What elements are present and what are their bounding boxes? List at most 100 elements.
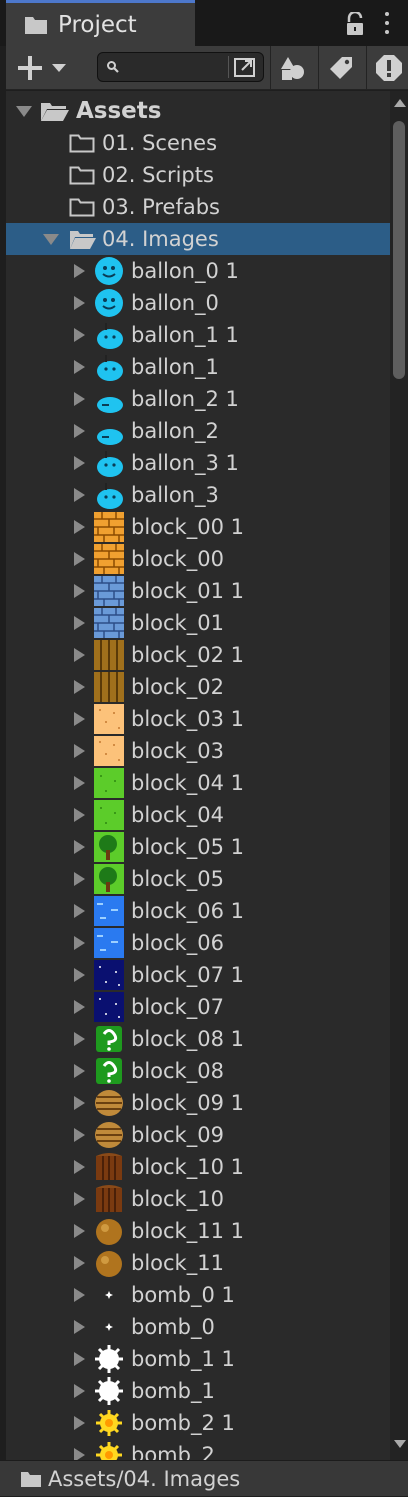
search-by-label-button[interactable] [318,46,362,90]
collapsed-arrow-icon[interactable] [74,1096,85,1110]
asset-row[interactable]: ballon_1 [6,351,390,383]
asset-row[interactable]: ballon_2 [6,415,390,447]
asset-row[interactable]: block_02 1 [6,639,390,671]
collapsed-arrow-icon[interactable] [74,872,85,886]
asset-row[interactable]: ballon_3 [6,479,390,511]
asset-row[interactable]: block_00 [6,543,390,575]
collapsed-arrow-icon[interactable] [74,1352,85,1366]
asset-row[interactable]: block_11 1 [6,1215,390,1247]
asset-row[interactable]: block_09 [6,1119,390,1151]
asset-row[interactable]: block_11 [6,1247,390,1279]
asset-row[interactable]: ballon_2 1 [6,383,390,415]
asset-row[interactable]: block_09 1 [6,1087,390,1119]
collapsed-arrow-icon[interactable] [74,616,85,630]
asset-row[interactable]: block_08 1 [6,1023,390,1055]
scrollbar-thumb[interactable] [393,121,405,379]
collapsed-arrow-icon[interactable] [74,936,85,950]
collapsed-arrow-icon[interactable] [74,1064,85,1078]
asset-row[interactable]: ballon_0 [6,287,390,319]
asset-row[interactable]: block_03 1 [6,703,390,735]
asset-row[interactable]: block_07 [6,991,390,1023]
tab-project[interactable]: Project [6,0,195,46]
collapsed-arrow-icon[interactable] [74,904,85,918]
collapsed-arrow-icon[interactable] [74,264,85,278]
collapsed-arrow-icon[interactable] [74,680,85,694]
collapsed-arrow-icon[interactable] [74,1288,85,1302]
asset-row[interactable]: block_01 1 [6,575,390,607]
tree-folder-row[interactable]: 03. Prefabs [6,191,390,223]
asset-row[interactable]: block_05 1 [6,831,390,863]
collapsed-arrow-icon[interactable] [74,968,85,982]
collapsed-arrow-icon[interactable] [74,424,85,438]
asset-row[interactable]: ballon_3 1 [6,447,390,479]
collapsed-arrow-icon[interactable] [74,328,85,342]
asset-row[interactable]: block_04 [6,799,390,831]
asset-row[interactable]: block_10 [6,1183,390,1215]
expanded-arrow-icon[interactable] [16,106,32,117]
collapsed-arrow-icon[interactable] [74,648,85,662]
create-button[interactable] [18,55,76,81]
collapsed-arrow-icon[interactable] [74,1000,85,1014]
collapsed-arrow-icon[interactable] [74,360,85,374]
collapsed-arrow-icon[interactable] [74,1224,85,1238]
collapsed-arrow-icon[interactable] [74,584,85,598]
asset-row[interactable]: block_06 [6,927,390,959]
search-field[interactable] [97,52,264,82]
collapsed-arrow-icon[interactable] [74,296,85,310]
sprite-thumbnail-icon [94,832,124,862]
asset-row[interactable]: block_07 1 [6,959,390,991]
asset-row[interactable]: block_01 [6,607,390,639]
scrollbar[interactable] [390,91,408,1460]
asset-row[interactable]: bomb_1 1 [6,1343,390,1375]
collapsed-arrow-icon[interactable] [74,1256,85,1270]
asset-row[interactable]: block_10 1 [6,1151,390,1183]
asset-row[interactable]: block_04 1 [6,767,390,799]
lock-icon[interactable] [344,10,366,36]
asset-row[interactable]: bomb_2 1 [6,1407,390,1439]
collapsed-arrow-icon[interactable] [74,744,85,758]
collapsed-arrow-icon[interactable] [74,1192,85,1206]
asset-row[interactable]: block_08 [6,1055,390,1087]
open-search-window-icon[interactable] [233,56,257,78]
collapsed-arrow-icon[interactable] [74,1416,85,1430]
scroll-down-icon[interactable] [394,1440,406,1448]
asset-row[interactable]: bomb_0 1 [6,1279,390,1311]
collapsed-arrow-icon[interactable] [74,1448,85,1460]
asset-label: bomb_1 1 [131,1347,235,1371]
tree-folder-row[interactable]: 01. Scenes [6,127,390,159]
folder-icon [24,15,48,35]
asset-row[interactable]: block_03 [6,735,390,767]
collapsed-arrow-icon[interactable] [74,488,85,502]
collapsed-arrow-icon[interactable] [74,776,85,790]
asset-row[interactable]: ballon_0 1 [6,255,390,287]
collapsed-arrow-icon[interactable] [74,840,85,854]
tree-folder-row[interactable]: 04. Images [6,223,390,255]
collapsed-arrow-icon[interactable] [74,1384,85,1398]
asset-row[interactable]: block_00 1 [6,511,390,543]
expanded-arrow-icon[interactable] [43,234,59,245]
search-by-type-button[interactable] [270,46,314,90]
collapsed-arrow-icon[interactable] [74,456,85,470]
asset-row[interactable]: block_05 [6,863,390,895]
more-options-icon[interactable] [382,12,392,36]
asset-row[interactable]: bomb_1 [6,1375,390,1407]
collapsed-arrow-icon[interactable] [74,1032,85,1046]
asset-row[interactable]: bomb_2 [6,1439,390,1460]
collapsed-arrow-icon[interactable] [74,1320,85,1334]
collapsed-arrow-icon[interactable] [74,520,85,534]
collapsed-arrow-icon[interactable] [74,808,85,822]
collapsed-arrow-icon[interactable] [74,712,85,726]
collapsed-arrow-icon[interactable] [74,552,85,566]
collapsed-arrow-icon[interactable] [74,392,85,406]
asset-row[interactable]: block_06 1 [6,895,390,927]
search-divider [228,56,229,78]
console-warnings-button[interactable] [366,46,408,90]
scroll-up-icon[interactable] [394,99,406,107]
collapsed-arrow-icon[interactable] [74,1128,85,1142]
asset-row[interactable]: ballon_1 1 [6,319,390,351]
asset-row[interactable]: block_02 [6,671,390,703]
asset-row[interactable]: bomb_0 [6,1311,390,1343]
tree-folder-row[interactable]: 02. Scripts [6,159,390,191]
collapsed-arrow-icon[interactable] [74,1160,85,1174]
tree-root-assets[interactable]: Assets [6,95,390,127]
